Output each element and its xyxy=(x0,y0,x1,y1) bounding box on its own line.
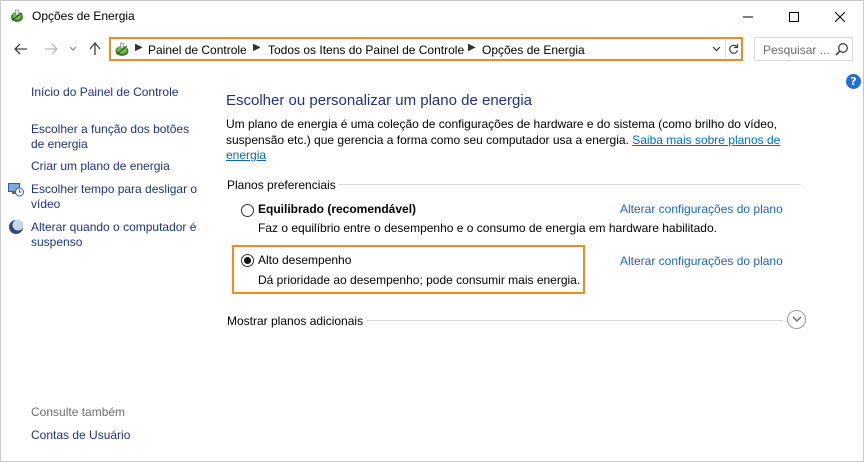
control-panel-icon xyxy=(115,42,129,56)
breadcrumb-separator-icon[interactable]: ▶ xyxy=(135,42,143,53)
plan-balanced-description: Faz o equilíbrio entre o desempenho e o … xyxy=(258,221,717,235)
maximize-icon xyxy=(789,11,799,22)
plan-balanced-radio[interactable] xyxy=(241,204,254,217)
sidebar-link-sleep-time[interactable]: Alterar quando o computador é suspenso xyxy=(31,220,201,250)
refresh-button[interactable] xyxy=(725,40,741,58)
address-dropdown-button[interactable] xyxy=(709,41,723,57)
refresh-icon xyxy=(729,44,739,54)
vertical-scrollbar[interactable] xyxy=(847,93,859,459)
recent-locations-button[interactable] xyxy=(65,37,81,61)
plan-balanced-change-settings-link[interactable]: Alterar configurações do plano xyxy=(620,202,783,216)
sidebar-link-control-panel-home[interactable]: Início do Painel de Controle xyxy=(31,85,201,100)
power-options-window: Opções de Energia ▶ Painel de Controle ▶… xyxy=(0,0,864,462)
moon-sleep-icon xyxy=(9,219,24,234)
sidebar-link-power-buttons[interactable]: Escolher a função dos botões de energia xyxy=(31,122,201,152)
see-also-heading: Consulte também xyxy=(31,405,126,419)
breadcrumb-power-options[interactable]: Opções de Energia xyxy=(482,43,585,57)
chevron-down-icon xyxy=(69,46,77,51)
arrow-left-icon xyxy=(14,43,27,55)
maximize-button[interactable] xyxy=(771,1,817,32)
plan-high-performance-change-settings-link[interactable]: Alterar configurações do plano xyxy=(620,254,783,268)
address-bar[interactable]: ▶ Painel de Controle ▶ Todos os Itens do… xyxy=(109,37,743,61)
plan-high-performance-name[interactable]: Alto desempenho xyxy=(258,253,351,267)
minimize-button[interactable] xyxy=(725,1,771,32)
navigation-bar: ▶ Painel de Controle ▶ Todos os Itens do… xyxy=(1,33,863,65)
search-box[interactable]: Pesquisar ... xyxy=(754,37,853,61)
search-input[interactable]: Pesquisar ... xyxy=(763,43,830,57)
power-options-icon xyxy=(11,9,23,22)
sidebar-link-create-plan[interactable]: Criar um plano de energia xyxy=(31,159,201,174)
minimize-icon xyxy=(743,16,753,17)
plan-high-performance-radio[interactable] xyxy=(241,254,254,267)
preferred-plans-heading: Planos preferenciais xyxy=(227,178,336,192)
plan-balanced-name[interactable]: Equilibrado (recomendável) xyxy=(258,202,416,216)
breadcrumb-separator-icon[interactable]: ▶ xyxy=(468,42,476,53)
sidebar-link-display-off-time[interactable]: Escolher tempo para desligar o vídeo xyxy=(31,182,201,212)
breadcrumb-all-items[interactable]: Todos os Itens do Painel de Controle xyxy=(268,43,464,57)
divider xyxy=(339,184,801,185)
chevron-down-icon xyxy=(792,316,801,322)
close-button[interactable] xyxy=(817,1,863,32)
chevron-down-icon xyxy=(712,46,720,52)
help-button[interactable]: ? xyxy=(846,74,861,89)
sidebar-link-user-accounts[interactable]: Contas de Usuário xyxy=(31,428,201,443)
radio-selected-dot xyxy=(244,257,251,264)
title-bar: Opções de Energia xyxy=(1,1,863,32)
breadcrumb-control-panel[interactable]: Painel de Controle xyxy=(148,43,247,57)
expand-additional-plans-button[interactable] xyxy=(787,310,806,329)
close-icon xyxy=(835,11,845,22)
search-icon[interactable] xyxy=(835,42,849,56)
plan-high-performance-description: Dá prioridade ao desempenho; pode consum… xyxy=(258,273,581,287)
divider xyxy=(367,320,783,321)
window-title: Opções de Energia xyxy=(32,9,135,23)
forward-button[interactable] xyxy=(39,37,63,61)
back-button[interactable] xyxy=(9,37,33,61)
arrow-right-icon xyxy=(45,43,58,55)
show-additional-plans-label[interactable]: Mostrar planos adicionais xyxy=(227,314,363,328)
page-description: Um plano de energia é uma coleção de con… xyxy=(226,117,786,164)
arrow-up-icon xyxy=(89,42,101,55)
breadcrumb-separator-icon[interactable]: ▶ xyxy=(253,42,261,53)
help-icon: ? xyxy=(850,75,857,88)
page-title: Escolher ou personalizar um plano de ene… xyxy=(226,92,533,109)
up-button[interactable] xyxy=(85,37,105,61)
display-clock-icon xyxy=(8,183,24,197)
